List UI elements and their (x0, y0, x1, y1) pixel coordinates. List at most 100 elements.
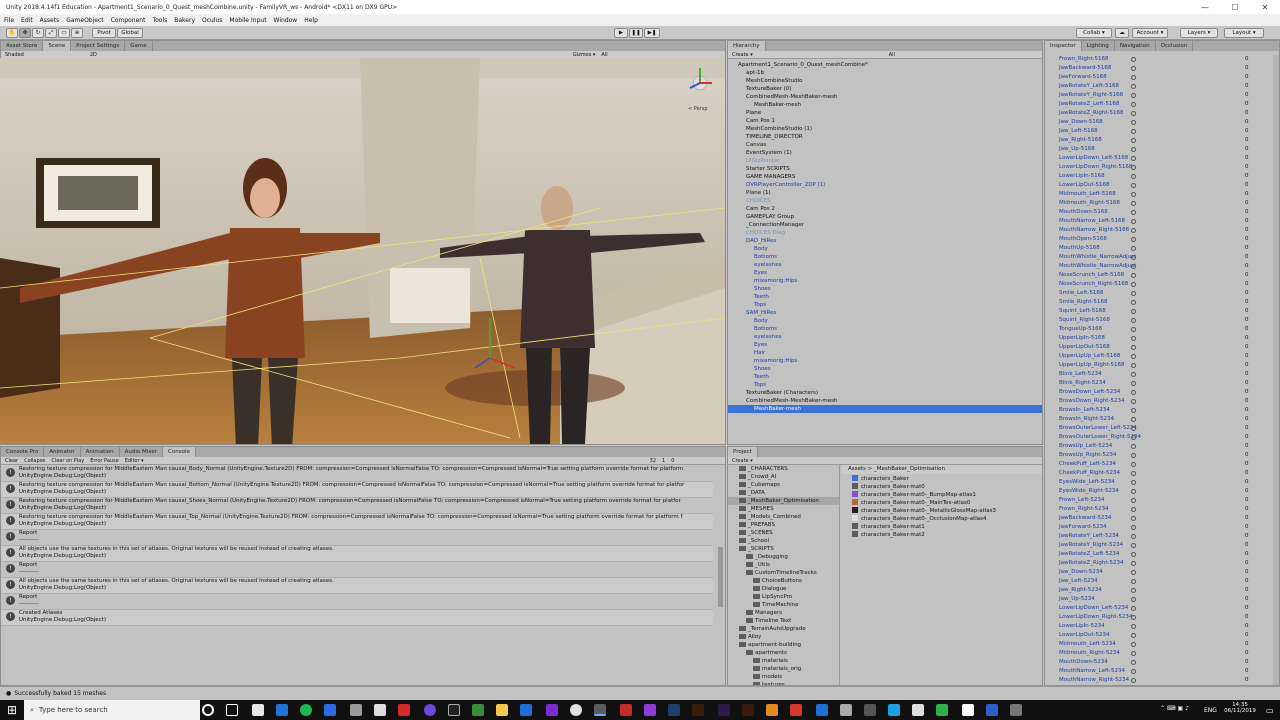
calculator-icon[interactable] (374, 704, 386, 716)
layers-dropdown[interactable]: Layers ▾ (1180, 28, 1218, 38)
blendshape-value[interactable]: 0 (1245, 640, 1249, 649)
blendshape-value[interactable]: 0 (1245, 496, 1249, 505)
console-log-entry[interactable]: ! Restoring texture compression for Middl… (1, 498, 713, 514)
task-view-icon[interactable] (226, 704, 238, 716)
tab-inspector[interactable]: Inspector (1045, 41, 1082, 51)
project-folder[interactable]: _Utils (728, 561, 839, 569)
hierarchy-item[interactable]: Eyes (728, 341, 1042, 349)
object-picker-icon[interactable] (1131, 282, 1136, 287)
app-icon[interactable] (790, 704, 802, 716)
hierarchy-item[interactable]: eyelashes (728, 333, 1042, 341)
blendshape-row[interactable]: MouthNarrow_Right-5168 0 (1045, 226, 1273, 235)
blendshape-row[interactable]: BrowsUp_Left-5234 0 (1045, 442, 1273, 451)
blendshape-value[interactable]: 0 (1245, 415, 1249, 424)
object-picker-icon[interactable] (1131, 120, 1136, 125)
app-icon[interactable] (766, 704, 778, 716)
hierarchy-item[interactable]: Teeth (728, 293, 1042, 301)
project-folder[interactable]: _Cubemaps (728, 481, 839, 489)
blendshape-value[interactable]: 0 (1245, 595, 1249, 604)
hierarchy-item[interactable]: Body (728, 245, 1042, 253)
blendshape-row[interactable]: Midmouth_Left-5234 0 (1045, 640, 1273, 649)
console-log-entry[interactable]: ! Report ---------- (1, 530, 713, 546)
object-picker-icon[interactable] (1131, 498, 1136, 503)
app-icon[interactable] (840, 704, 852, 716)
app-icon[interactable] (742, 704, 754, 716)
object-picker-icon[interactable] (1131, 228, 1136, 233)
hierarchy-item[interactable]: UIGizPointer (728, 157, 1042, 165)
tab-animator[interactable]: Animator (44, 447, 81, 457)
project-folder[interactable]: _SCENES (728, 529, 839, 537)
blendshape-row[interactable]: JawBackward-5234 0 (1045, 514, 1273, 523)
clear-button[interactable]: Clear (5, 458, 18, 464)
terminal-icon[interactable] (448, 704, 460, 716)
app-icon[interactable] (962, 704, 974, 716)
blendshape-value[interactable]: 0 (1245, 460, 1249, 469)
project-folder[interactable]: ChoiceButtons (728, 577, 839, 585)
blendshape-row[interactable]: Jaw_Left-5234 0 (1045, 577, 1273, 586)
persp-label[interactable]: < Persp (688, 106, 708, 112)
outlook-icon[interactable] (520, 704, 532, 716)
menu-edit[interactable]: Edit (21, 17, 33, 24)
hierarchy-item[interactable]: Tops (728, 381, 1042, 389)
blendshape-value[interactable]: 0 (1245, 658, 1249, 667)
blendshape-row[interactable]: JawRotateY_Right-5168 0 (1045, 91, 1273, 100)
collab-dropdown[interactable]: Collab ▾ (1076, 28, 1112, 38)
blendshape-row[interactable]: BrowsUp_Right-5234 0 (1045, 451, 1273, 460)
object-picker-icon[interactable] (1131, 147, 1136, 152)
hierarchy-item[interactable]: MeshCombineStudio (728, 77, 1042, 85)
blendshape-value[interactable]: 0 (1245, 109, 1249, 118)
blendshape-value[interactable]: 0 (1245, 325, 1249, 334)
project-folder[interactable]: _CHARACTERS (728, 465, 839, 473)
hierarchy-item[interactable]: eyelashes (728, 261, 1042, 269)
hierarchy-item[interactable]: Starter SCRIPTS (728, 165, 1042, 173)
tab-animation[interactable]: Animation (81, 447, 120, 457)
blendshape-row[interactable]: LowerLipIn-5168 0 (1045, 172, 1273, 181)
blendshape-value[interactable]: 0 (1245, 613, 1249, 622)
object-picker-icon[interactable] (1131, 444, 1136, 449)
blendshape-value[interactable]: 0 (1245, 280, 1249, 289)
blendshape-value[interactable]: 0 (1245, 244, 1249, 253)
blendshape-row[interactable]: Midmouth_Left-5168 0 (1045, 190, 1273, 199)
blendshape-value[interactable]: 0 (1245, 352, 1249, 361)
object-picker-icon[interactable] (1131, 129, 1136, 134)
object-picker-icon[interactable] (1131, 102, 1136, 107)
object-picker-icon[interactable] (1131, 201, 1136, 206)
blendshape-row[interactable]: CheekPuff_Right-5234 0 (1045, 469, 1273, 478)
project-folder[interactable]: Alloy (728, 633, 839, 641)
notification-icon[interactable]: ▭ (1266, 706, 1274, 715)
blendshape-row[interactable]: LowerLipOut-5168 0 (1045, 181, 1273, 190)
blendshape-row[interactable]: UpperLipIn-5168 0 (1045, 334, 1273, 343)
blendshape-value[interactable]: 0 (1245, 271, 1249, 280)
object-picker-icon[interactable] (1131, 633, 1136, 638)
mode-2d-toggle[interactable]: 2D (90, 52, 97, 58)
taskbar-notification-icons[interactable]: ⌃ ⌨ ▣ ♪ (1160, 705, 1189, 712)
menu-help[interactable]: Help (304, 17, 318, 24)
project-folder[interactable]: materials_orig (728, 665, 839, 673)
blendshape-row[interactable]: MouthUp-5168 0 (1045, 244, 1273, 253)
object-picker-icon[interactable] (1131, 660, 1136, 665)
hierarchy-search[interactable]: All (889, 52, 895, 58)
blendshape-value[interactable]: 0 (1245, 163, 1249, 172)
object-picker-icon[interactable] (1131, 138, 1136, 143)
hierarchy-item[interactable]: Bottoms (728, 325, 1042, 333)
tab-occlusion[interactable]: Occlusion (1156, 41, 1194, 51)
menu-file[interactable]: File (4, 17, 14, 24)
blendshape-row[interactable]: LowerLipDown_Right-5234 0 (1045, 613, 1273, 622)
account-dropdown[interactable]: Account ▾ (1132, 28, 1168, 38)
hierarchy-item[interactable]: Shoes (728, 285, 1042, 293)
blendshape-row[interactable]: MouthNarrow_Left-5168 0 (1045, 217, 1273, 226)
tab-console[interactable]: Console (163, 447, 196, 457)
blendshape-value[interactable]: 0 (1245, 550, 1249, 559)
taskbar-search[interactable]: ⌕ Type here to search (24, 700, 200, 720)
unity-icon[interactable] (594, 704, 606, 716)
clear-on-play-button[interactable]: Clear on Play (51, 458, 84, 464)
console-log-entry[interactable]: ! All objects use the same textures in th… (1, 546, 713, 562)
blendshape-row[interactable]: Smile_Right-5168 0 (1045, 298, 1273, 307)
blendshape-value[interactable]: 0 (1245, 226, 1249, 235)
blendshape-row[interactable]: Blink_Right-5234 0 (1045, 379, 1273, 388)
project-asset[interactable]: characters_Baker-mat2 (852, 531, 925, 539)
console-log-entry[interactable]: ! Restoring texture compression for Middl… (1, 466, 713, 482)
blendshape-row[interactable]: Midmouth_Right-5234 0 (1045, 649, 1273, 658)
hierarchy-item[interactable]: CombinedMesh-MeshBaker-mesh (728, 397, 1042, 405)
project-asset[interactable]: characters_Baker-mat0-_MetallicGlossMap-… (852, 507, 996, 515)
